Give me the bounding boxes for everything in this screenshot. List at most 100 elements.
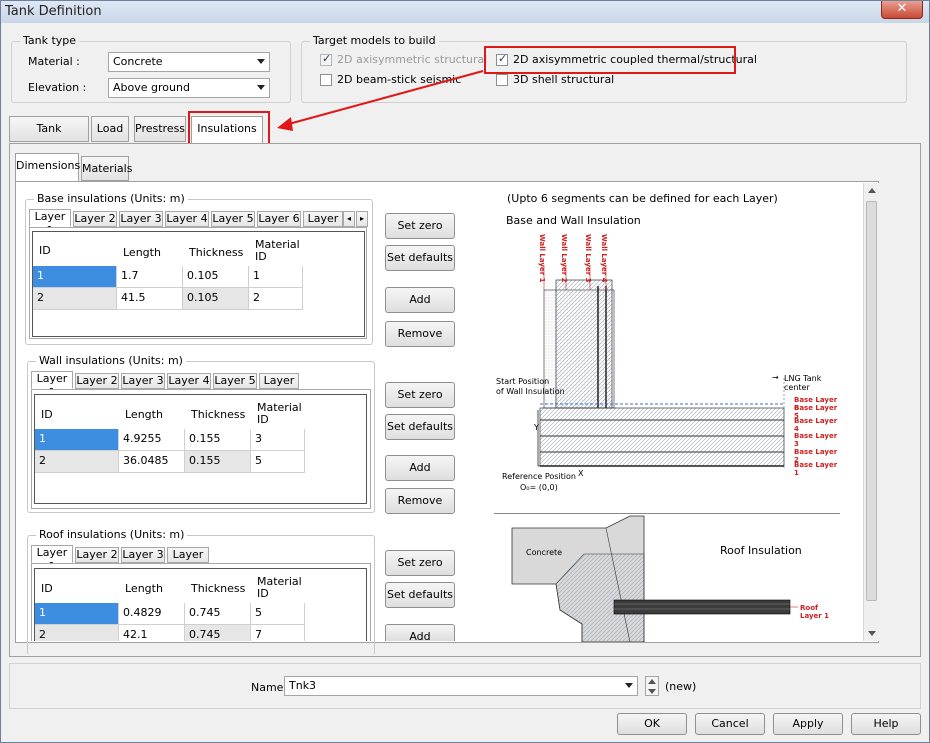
tab-load[interactable]: Load — [91, 116, 129, 142]
roof-cell-material-2[interactable]: 7 — [251, 625, 305, 641]
elevation-select[interactable]: Above ground — [108, 78, 270, 98]
base-layer-tab-5[interactable]: Layer 5 — [211, 211, 255, 227]
base-layer-tab-3[interactable]: Layer 3 — [119, 211, 163, 227]
roof-layer-tab-3[interactable]: Layer 3 — [121, 547, 165, 563]
base-cell-material-1[interactable]: 1 — [249, 266, 303, 288]
col-thickness: Thickness — [191, 408, 246, 421]
close-button[interactable]: ✕ — [881, 1, 923, 19]
base-cell-thickness-2[interactable]: 0.105 — [183, 288, 249, 310]
tab-scroll-right-icon[interactable]: ▸ — [356, 211, 368, 227]
wall-title: Wall insulations (Units: m) — [36, 354, 186, 367]
arrow-line — [284, 70, 484, 126]
scroll-thumb[interactable] — [866, 201, 877, 601]
scroll-down-icon[interactable] — [868, 631, 876, 636]
concrete-label: Concrete — [526, 548, 563, 557]
tank-type-group: Tank type Material : Concrete Elevation … — [11, 34, 291, 103]
base-layer-tab-4[interactable]: Layer 4 — [165, 211, 209, 227]
base-cell-length-1[interactable]: 1.7 — [117, 266, 183, 288]
cancel-button[interactable]: Cancel — [695, 713, 765, 735]
col-length: Length — [125, 408, 163, 421]
tab-insulations[interactable]: Insulations — [191, 116, 263, 145]
base-layer-tab-1[interactable]: Layer 1 — [29, 209, 71, 237]
base-cell-thickness-1[interactable]: 0.105 — [183, 266, 249, 288]
spin-up-icon[interactable] — [648, 679, 656, 684]
scroll-up-icon[interactable] — [868, 188, 876, 193]
base-add-button[interactable]: Add — [385, 287, 455, 313]
new-label: (new) — [665, 680, 697, 693]
ok-button[interactable]: OK — [617, 713, 687, 735]
tab-dimensions[interactable]: Dimensions — [15, 153, 80, 183]
base-cell-length-2[interactable]: 41.5 — [117, 288, 183, 310]
base-layer-tab-2[interactable]: Layer 2 — [73, 211, 117, 227]
wall-layer-tab-3[interactable]: Layer 3 — [121, 373, 165, 389]
wall-cell-material-2[interactable]: 5 — [251, 451, 305, 473]
roof-cell-id-2[interactable]: 2 — [35, 625, 119, 641]
content-scrollbar[interactable] — [863, 183, 879, 641]
wall-cell-thickness-1[interactable]: 0.155 — [185, 429, 251, 451]
base-cell-material-2[interactable]: 2 — [249, 288, 303, 310]
wall-layer-1-label: Wall Layer 1 — [538, 234, 546, 283]
wall-cell-material-1[interactable]: 3 — [251, 429, 305, 451]
wall-cell-length-1[interactable]: 4.9255 — [119, 429, 185, 451]
base-layer-tab-7[interactable]: Layer 7 — [303, 211, 343, 239]
wall-cell-thickness-2[interactable]: 0.155 — [185, 451, 251, 473]
roof-set-zero-button[interactable]: Set zero — [385, 550, 455, 576]
base-remove-button[interactable]: Remove — [385, 321, 455, 347]
wall-cell-length-2[interactable]: 36.0485 — [119, 451, 185, 473]
shell-3d-label: 3D shell structural — [513, 73, 615, 86]
wall-cell-id-2[interactable]: 2 — [35, 451, 119, 473]
base-layer-tab-6[interactable]: Layer 6 — [257, 211, 301, 227]
roof-cell-id-1[interactable]: 1 — [35, 603, 119, 625]
material-select[interactable]: Concrete — [108, 52, 270, 72]
roof-layer-tab-1[interactable]: Layer 1 — [31, 545, 73, 573]
roof-cell-material-1[interactable]: 5 — [251, 603, 305, 625]
roof-diagram: Concrete Roof Insulation Roof Layer 1 — [494, 513, 840, 642]
help-button[interactable]: Help — [851, 713, 921, 735]
wall-layer-tab-1[interactable]: Layer 1 — [31, 371, 73, 399]
roof-drawing — [511, 515, 798, 642]
title-bar: Tank Definition ✕ — [1, 1, 929, 23]
tab-scroll-left-icon[interactable]: ◂ — [343, 211, 355, 227]
tab-prestress[interactable]: Prestress — [134, 116, 186, 142]
shell-3d-checkbox[interactable] — [496, 74, 508, 86]
wall-layer-tab-2[interactable]: Layer 2 — [75, 373, 119, 389]
roof-cell-length-1[interactable]: 0.4829 — [119, 603, 185, 625]
roof-layer-tab-4[interactable]: Layer 4 — [167, 547, 209, 575]
base-cell-id-2[interactable]: 2 — [33, 288, 117, 310]
tank-center-label: LNG Tank center — [784, 374, 822, 392]
wall-remove-button[interactable]: Remove — [385, 488, 455, 514]
roof-cell-thickness-1[interactable]: 0.745 — [185, 603, 251, 625]
origin-label: O₀= (0,0) — [520, 483, 558, 492]
roof-cell-thickness-2[interactable]: 0.745 — [185, 625, 251, 641]
name-select[interactable]: Tnk3 — [284, 676, 638, 696]
tab-tank-definition[interactable]: Tank Definition — [9, 116, 89, 159]
name-value: Tnk3 — [289, 679, 317, 692]
wall-layer-tab-6[interactable]: Layer 6 — [259, 373, 299, 401]
roof-cell-length-2[interactable]: 42.1 — [119, 625, 185, 641]
material-label: Material : — [28, 55, 80, 68]
tab-materials[interactable]: Materials — [81, 156, 132, 181]
col-thickness: Thickness — [191, 582, 246, 595]
col-thickness: Thickness — [189, 246, 244, 259]
wall-set-zero-button[interactable]: Set zero — [385, 382, 455, 408]
wall-layer-tab-4[interactable]: Layer 4 — [167, 373, 211, 389]
name-spinner[interactable] — [645, 676, 659, 696]
axis-x-label: X — [578, 469, 584, 478]
base-set-zero-button[interactable]: Set zero — [385, 213, 455, 239]
roof-set-defaults-button[interactable]: Set defaults — [385, 582, 455, 608]
wall-cell-id-1[interactable]: 1 — [35, 429, 119, 451]
apply-button[interactable]: Apply — [773, 713, 843, 735]
base-set-defaults-button[interactable]: Set defaults — [385, 245, 455, 271]
wall-set-defaults-button[interactable]: Set defaults — [385, 414, 455, 440]
wall-add-button[interactable]: Add — [385, 455, 455, 481]
material-value: Concrete — [113, 55, 163, 68]
spin-down-icon[interactable] — [648, 689, 656, 694]
roof-layer-1-label: Roof Layer 1 — [800, 604, 830, 620]
roof-add-button[interactable]: Add — [385, 624, 455, 641]
col-material-id: Material ID — [257, 401, 302, 426]
highlight-box-model — [484, 46, 736, 74]
col-id: ID — [41, 408, 53, 421]
roof-layer-tab-2[interactable]: Layer 2 — [75, 547, 119, 563]
base-cell-id-1[interactable]: 1 — [33, 266, 117, 288]
wall-layer-tab-5[interactable]: Layer 5 — [213, 373, 257, 389]
